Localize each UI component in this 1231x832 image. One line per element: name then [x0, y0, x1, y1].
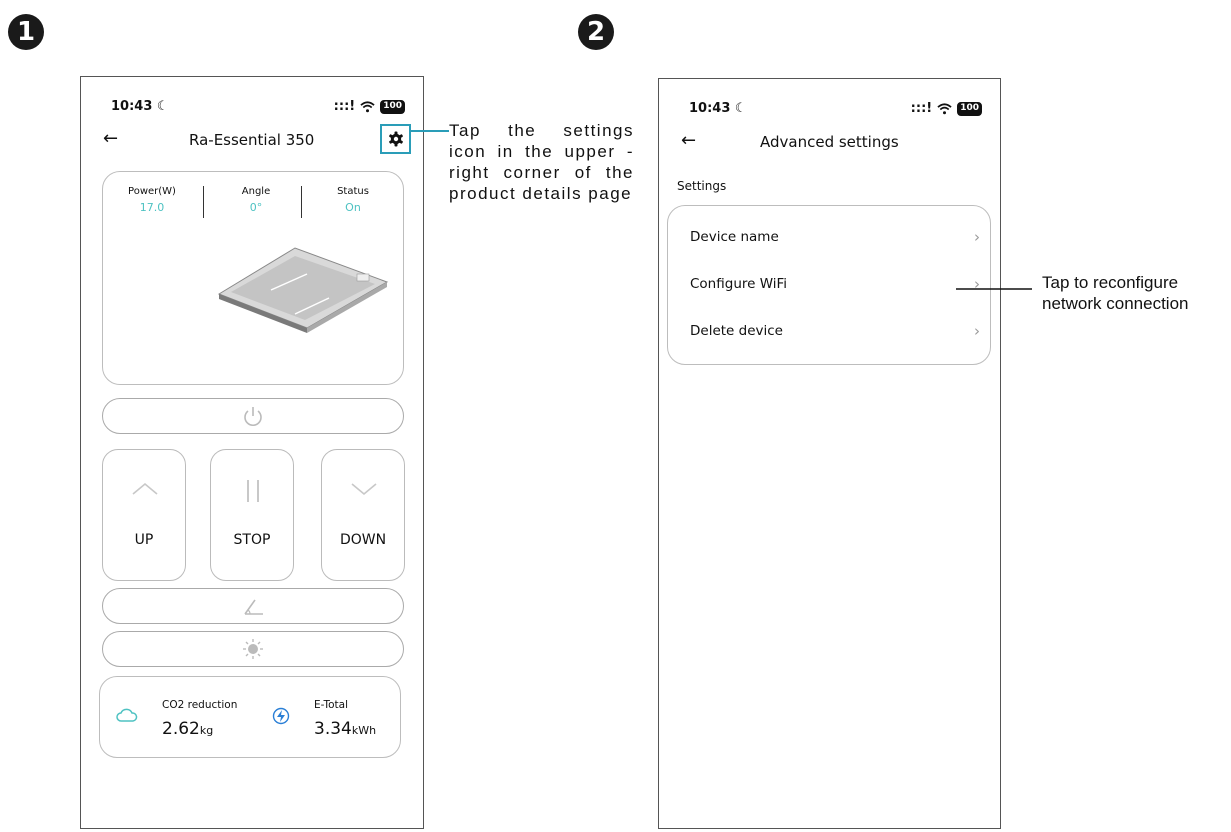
- stat-status: Status On: [318, 186, 388, 214]
- down-label: DOWN: [339, 532, 387, 548]
- section-header: Settings: [677, 179, 727, 193]
- wifi-icon: [937, 102, 952, 114]
- signal-icon: :::!: [910, 101, 933, 116]
- stat-value: 0°: [249, 201, 263, 214]
- pause-icon: [247, 480, 259, 502]
- stat-label: Angle: [241, 186, 271, 197]
- status-bar: 10:43 ☾ :::! 100: [81, 99, 423, 121]
- wifi-icon: [360, 100, 375, 112]
- energy-card: CO2 reduction 2.62kg E-Total 3.34kWh: [99, 676, 401, 758]
- delete-device-row[interactable]: Delete device ›: [690, 308, 980, 354]
- stat-power: Power(W) 17.0: [117, 186, 187, 214]
- sun-icon: [243, 639, 263, 659]
- phone-screen-product-details: 10:43 ☾ :::! 100 ← Ra-Essential 350 Powe…: [80, 76, 424, 829]
- page-title: Advanced settings: [760, 133, 899, 151]
- divider: [301, 186, 302, 218]
- power-toggle-button[interactable]: [102, 398, 404, 434]
- configure-wifi-row[interactable]: Configure WiFi ›: [690, 261, 980, 307]
- up-button[interactable]: UP: [102, 449, 186, 581]
- etotal-value: 3.34kWh: [314, 719, 377, 739]
- device-name-row[interactable]: Device name ›: [690, 214, 980, 260]
- stop-label: STOP: [233, 532, 271, 548]
- stat-angle: Angle 0°: [221, 186, 291, 214]
- phone-screen-advanced-settings: 10:43 ☾ :::! 100 ← Advanced settings Set…: [658, 78, 1001, 829]
- callout-line-settings: [411, 130, 449, 132]
- settings-button[interactable]: [380, 124, 411, 154]
- settings-annotation: Tap the settings icon in the upper -righ…: [449, 121, 634, 203]
- co2-value: 2.62kg: [162, 719, 214, 739]
- up-label: UP: [134, 532, 154, 548]
- etotal-label: E-Total: [314, 699, 348, 711]
- chevron-right-icon: ›: [974, 228, 980, 246]
- status-time: 10:43 ☾: [689, 101, 747, 116]
- step-badge-2: 2: [578, 14, 614, 50]
- chevron-down-icon: [351, 483, 377, 496]
- back-arrow-icon[interactable]: ←: [103, 128, 118, 149]
- stat-value: 17.0: [139, 201, 165, 214]
- row-label: Delete device: [690, 323, 783, 339]
- angle-icon: [244, 599, 263, 615]
- co2-cloud-icon: [116, 708, 138, 722]
- page-title: Ra-Essential 350: [189, 131, 315, 149]
- status-icons: :::! 100: [911, 101, 982, 116]
- chevron-right-icon: ›: [974, 322, 980, 340]
- status-bar: 10:43 ☾ :::! 100: [659, 101, 1000, 123]
- stop-button[interactable]: STOP: [210, 449, 294, 581]
- settings-list: Device name › Configure WiFi › Delete de…: [667, 205, 991, 365]
- gear-icon: [388, 131, 403, 147]
- angle-button[interactable]: [102, 588, 404, 624]
- step-badge-1: 1: [8, 14, 44, 50]
- light-button[interactable]: [102, 631, 404, 667]
- divider: [203, 186, 204, 218]
- co2-label: CO2 reduction: [162, 699, 238, 711]
- stat-label: Power(W): [128, 186, 176, 197]
- stat-value: On: [345, 201, 361, 214]
- solar-panel-image: [217, 247, 389, 333]
- callout-line-wifi: [956, 288, 1032, 290]
- stat-label: Status: [337, 186, 369, 197]
- moon-icon: ☾: [156, 99, 169, 114]
- down-button[interactable]: DOWN: [321, 449, 405, 581]
- row-label: Device name: [690, 229, 779, 245]
- power-icon: [244, 407, 262, 426]
- energy-bolt-icon: [272, 707, 290, 725]
- wifi-annotation: Tap to reconfigure network connection: [1042, 273, 1189, 313]
- product-card: Power(W) 17.0 Angle 0° Status On: [102, 171, 404, 385]
- row-label: Configure WiFi: [690, 276, 788, 292]
- back-arrow-icon[interactable]: ←: [681, 130, 696, 151]
- signal-icon: :::!: [333, 99, 356, 114]
- chevron-up-icon: [132, 482, 158, 495]
- moon-icon: ☾: [734, 101, 747, 116]
- status-icons: :::! 100: [334, 99, 405, 114]
- battery-icon: 100: [380, 99, 405, 114]
- battery-icon: 100: [957, 101, 982, 116]
- status-time: 10:43 ☾: [111, 99, 169, 114]
